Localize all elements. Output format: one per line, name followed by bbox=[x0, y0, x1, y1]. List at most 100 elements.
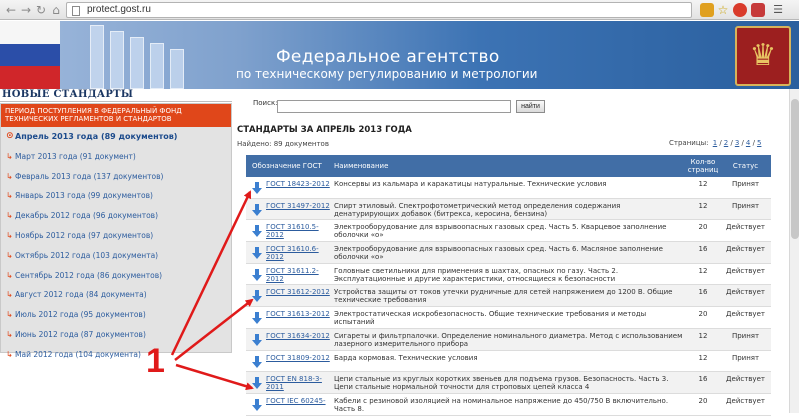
addon-icon[interactable] bbox=[751, 3, 765, 17]
annotation-label: 1 bbox=[146, 342, 165, 380]
download-icon[interactable] bbox=[252, 355, 262, 368]
gost-title: Спирт этиловый. Спектрофотометрический м… bbox=[334, 201, 621, 218]
divider bbox=[0, 101, 232, 102]
gost-title: Сигареты и фильтрпалочки. Определение но… bbox=[334, 331, 683, 348]
gost-code-link[interactable]: ГОСТ 31634-2012 bbox=[266, 332, 330, 340]
bullet-icon: ↳ bbox=[6, 349, 13, 359]
period-item[interactable]: ↳ Август 2012 года (84 документа) bbox=[1, 289, 231, 309]
page-link[interactable]: 5 bbox=[757, 139, 761, 147]
gost-code-link[interactable]: ГОСТ 18423-2012 bbox=[266, 180, 330, 188]
period-item-label: Ноябрь 2012 года (97 документов) bbox=[15, 230, 154, 240]
table-body: ГОСТ 18423-2012 Консервы из кальмара и ка… bbox=[246, 177, 771, 416]
period-item[interactable]: ↳ Июль 2012 года (95 документов) bbox=[1, 309, 231, 329]
table-row: ГОСТ 18423-2012 Консервы из кальмара и ка… bbox=[246, 177, 771, 199]
download-icon[interactable] bbox=[252, 312, 262, 325]
bullet-icon: ↳ bbox=[6, 250, 13, 260]
status-text: Действует bbox=[726, 223, 765, 232]
download-icon[interactable] bbox=[252, 377, 262, 390]
column-header-code: Обозначение ГОСТ bbox=[252, 162, 322, 170]
gost-title: Цепи стальные из круглых коротких звенье… bbox=[334, 375, 669, 392]
address-bar[interactable]: protect.gost.ru bbox=[66, 2, 692, 18]
column-header-title: Наименование bbox=[334, 162, 389, 170]
table-row: ГОСТ EN 818-3-2011 Цепи стальные из кругл… bbox=[246, 372, 771, 394]
forward-icon[interactable]: → bbox=[19, 3, 33, 17]
download-icon[interactable] bbox=[252, 247, 262, 260]
gost-code-link[interactable]: ГОСТ 31497-2012 bbox=[266, 202, 330, 210]
bullet-icon: ↳ bbox=[6, 310, 13, 320]
page-count: 16 bbox=[698, 245, 708, 254]
gost-code-link[interactable]: ГОСТ 31809-2012 bbox=[266, 354, 330, 362]
page-count: 20 bbox=[698, 310, 708, 319]
gost-code-link[interactable]: ГОСТ 31611.2-2012 bbox=[266, 267, 330, 283]
page-count: 12 bbox=[698, 331, 708, 340]
period-item-label: Апрель 2013 года (89 документов) bbox=[15, 132, 178, 141]
period-item-label: Январь 2013 года (99 документов) bbox=[15, 191, 153, 201]
gost-code-link[interactable]: ГОСТ 31610.5-2012 bbox=[266, 223, 330, 239]
table-row: ГОСТ 31634-2012 Сигареты и фильтрпалочки.… bbox=[246, 328, 771, 351]
search-label: Поиск: bbox=[253, 99, 278, 107]
page-count: 16 bbox=[698, 288, 708, 297]
period-item[interactable]: ↳ Октябрь 2012 года (103 документа) bbox=[1, 250, 231, 270]
period-item[interactable]: ↳ Декабрь 2012 года (96 документов) bbox=[1, 210, 231, 230]
bullet-icon: ↳ bbox=[6, 171, 13, 181]
download-icon[interactable] bbox=[252, 268, 262, 281]
period-item[interactable]: ↳ Июнь 2012 года (87 документов) bbox=[1, 329, 231, 349]
reload-icon[interactable]: ↻ bbox=[34, 3, 48, 17]
period-item[interactable]: ↳ Сентябрь 2012 года (86 документов) bbox=[1, 270, 231, 290]
download-icon[interactable] bbox=[252, 290, 262, 303]
scrollbar-thumb[interactable] bbox=[791, 99, 799, 239]
bullet-icon: ↳ bbox=[6, 290, 13, 300]
opera-icon[interactable] bbox=[733, 3, 747, 17]
search-button[interactable]: найти bbox=[516, 100, 545, 113]
download-icon[interactable] bbox=[252, 203, 262, 216]
agency-subtitle: по техническому регулированию и метролог… bbox=[236, 67, 538, 81]
pagination-label: Страницы: bbox=[669, 139, 709, 147]
bullet-icon: ↳ bbox=[6, 211, 13, 221]
gost-code-link[interactable]: ГОСТ IEC 60245- bbox=[266, 397, 330, 405]
bullet-icon: ↳ bbox=[6, 151, 13, 161]
period-item-label: Февраль 2013 года (137 документов) bbox=[15, 171, 164, 181]
period-item[interactable]: ⊙ Апрель 2013 года (89 документов) bbox=[1, 131, 231, 151]
coat-of-arms-icon: ♛ bbox=[735, 26, 791, 86]
period-item[interactable]: ↳ Март 2013 года (91 документ) bbox=[1, 151, 231, 171]
period-item[interactable]: ↳ Январь 2013 года (99 документов) bbox=[1, 190, 231, 210]
status-text: Принят bbox=[731, 180, 760, 188]
gost-code-link[interactable]: ГОСТ 31610.6-2012 bbox=[266, 245, 330, 261]
scrollbar[interactable] bbox=[789, 89, 799, 413]
page-icon bbox=[72, 6, 80, 16]
download-icon[interactable] bbox=[252, 225, 262, 238]
page-count: 12 bbox=[698, 201, 708, 210]
period-item[interactable]: ↳ Февраль 2013 года (137 документов) bbox=[1, 171, 231, 191]
period-item[interactable]: ↳ Ноябрь 2012 года (97 документов) bbox=[1, 230, 231, 250]
bullet-icon: ↳ bbox=[6, 230, 13, 240]
gost-title: Электрооборудование для взрывоопасных га… bbox=[334, 223, 667, 240]
gost-code-link[interactable]: ГОСТ EN 818-3-2011 bbox=[266, 375, 330, 391]
download-icon[interactable] bbox=[252, 333, 262, 346]
table-row: ГОСТ 31497-2012 Спирт этиловый. Спектрофо… bbox=[246, 198, 771, 221]
status-text: Принят bbox=[731, 201, 760, 210]
status-text: Принят bbox=[731, 353, 760, 362]
gost-code-link[interactable]: ГОСТ 31613-2012 bbox=[266, 310, 330, 318]
period-item-label: Декабрь 2012 года (96 документов) bbox=[15, 211, 159, 221]
download-icon[interactable] bbox=[252, 182, 262, 194]
download-icon[interactable] bbox=[252, 398, 262, 411]
star-icon[interactable]: ☆ bbox=[716, 3, 730, 17]
search-input[interactable] bbox=[277, 100, 511, 113]
url-text: protect.gost.ru bbox=[87, 4, 151, 15]
home-icon[interactable]: ⌂ bbox=[49, 3, 63, 17]
period-item-label: Июнь 2012 года (87 документов) bbox=[15, 329, 146, 339]
period-item-label: Март 2013 года (91 документ) bbox=[15, 151, 136, 161]
table-header: Обозначение ГОСТ Наименование Кол-во стр… bbox=[246, 155, 771, 177]
table-row: ГОСТ IEC 60245- Кабели с резиновой изоляц… bbox=[246, 393, 771, 416]
agency-title: Федеральное агентство bbox=[276, 47, 500, 67]
site-header: Федеральное агентство по техническому ре… bbox=[0, 21, 799, 89]
table-row: ГОСТ 31613-2012 Электростатическая искроб… bbox=[246, 307, 771, 329]
gost-code-link[interactable]: ГОСТ 31612-2012 bbox=[266, 288, 330, 296]
back-icon[interactable]: ← bbox=[4, 3, 18, 17]
bullet-icon: ↳ bbox=[6, 270, 13, 280]
period-item-label: Октябрь 2012 года (103 документа) bbox=[15, 250, 159, 260]
period-item[interactable]: ↳ Май 2012 года (104 документа) bbox=[1, 349, 231, 369]
menu-icon[interactable]: ☰ bbox=[771, 3, 785, 17]
page-title: СТАНДАРТЫ ЗА АПРЕЛЬ 2013 ГОДА bbox=[237, 125, 412, 135]
extension-icon[interactable] bbox=[700, 3, 714, 17]
